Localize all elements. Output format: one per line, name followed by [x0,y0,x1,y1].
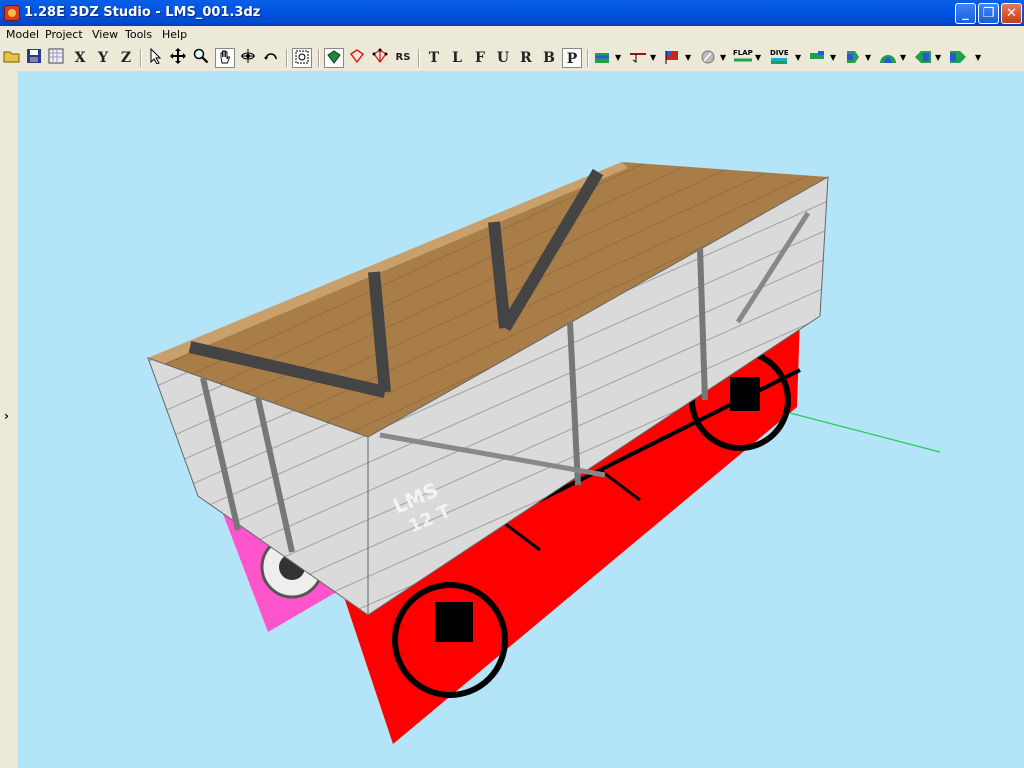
menu-project[interactable]: Project [45,28,83,41]
select-arrow-icon[interactable] [145,47,165,68]
dropdown-arrow-icon[interactable]: ▼ [975,48,981,68]
menu-bar: Model Project View Tools Help [0,26,1024,45]
dropdown-arrow-icon[interactable]: ▼ [685,48,691,68]
wagon-model: LMS 12 T [147,162,941,744]
toolbar-separator [318,49,320,67]
menu-model[interactable]: Model [6,28,39,41]
vehicle-icon[interactable] [808,49,828,65]
expand-panel-icon[interactable]: › [4,409,9,423]
cab-icon[interactable] [843,49,863,65]
axis-z-button[interactable]: Z [116,48,136,68]
terrain-icon[interactable] [593,49,613,65]
dropdown-arrow-icon[interactable]: ▼ [935,48,941,68]
axis-x-button[interactable]: X [70,48,90,68]
main-toolbar: X Y Z RS T L F U R B P ▼ ▼ ▼ ▼ FLAP ▼ DI… [0,46,1024,71]
flap-label: FLAP [733,49,753,57]
arrow-right-shape-icon[interactable] [948,49,968,65]
toolbar-separator [418,49,420,67]
3d-viewport[interactable]: LMS 12 T [18,71,1024,768]
save-icon[interactable] [24,48,44,68]
open-folder-icon[interactable] [2,48,22,68]
gauge-icon[interactable] [698,49,718,65]
dropdown-arrow-icon[interactable]: ▼ [795,48,801,68]
track-icon[interactable] [628,49,648,65]
view-right-button[interactable]: R [516,48,536,68]
maximize-button[interactable]: ❐ [978,3,999,24]
dome-icon[interactable] [878,49,898,65]
view-left-button[interactable]: L [447,48,467,68]
toolbar-separator [587,49,589,67]
rs-button[interactable]: RS [393,48,413,68]
view-up-button[interactable]: U [493,48,513,68]
view-perspective-button[interactable]: P [562,48,582,68]
view-top-button[interactable]: T [424,48,444,68]
close-button[interactable]: ✕ [1001,3,1022,24]
wireframe-vertices-icon[interactable] [370,48,390,68]
toolbar-separator [140,49,142,67]
app-icon[interactable] [4,5,20,21]
menu-help[interactable]: Help [162,28,187,41]
solid-shading-icon[interactable] [324,48,344,68]
pan-hand-icon[interactable] [215,48,235,68]
view-back-button[interactable]: B [539,48,559,68]
window-title: 1.28E 3DZ Studio - LMS_001.3dz [24,5,261,20]
dropdown-arrow-icon[interactable]: ▼ [755,48,761,68]
minimize-button[interactable]: _ [955,3,976,24]
dropdown-arrow-icon[interactable]: ▼ [865,48,871,68]
menu-tools[interactable]: Tools [125,28,152,41]
signal-icon[interactable] [663,49,683,65]
dropdown-arrow-icon[interactable]: ▼ [650,48,656,68]
arrow-left-shape-icon[interactable] [913,49,933,65]
wireframe-icon[interactable] [347,48,367,68]
dive-label: DIVE [770,49,789,57]
dive-button[interactable]: DIVE [770,49,790,65]
axis-y-button[interactable]: Y [93,48,113,68]
menu-view[interactable]: View [92,28,118,41]
toolbar-separator [286,49,288,67]
dropdown-arrow-icon[interactable]: ▼ [900,48,906,68]
dropdown-arrow-icon[interactable]: ▼ [615,48,621,68]
grid-icon[interactable] [46,48,66,68]
dropdown-arrow-icon[interactable]: ▼ [720,48,726,68]
orbit-icon[interactable] [238,48,258,68]
dropdown-arrow-icon[interactable]: ▼ [830,48,836,68]
y-axis-line [789,412,941,453]
zoom-icon[interactable] [191,48,211,68]
zoom-extents-icon[interactable] [292,48,312,68]
rotate-icon[interactable] [261,48,281,68]
title-bar: 1.28E 3DZ Studio - LMS_001.3dz _ ❐ ✕ [0,0,1024,26]
move-icon[interactable] [168,48,188,68]
flap-button[interactable]: FLAP [733,49,753,65]
left-dock: › [0,71,18,768]
view-front-button[interactable]: F [470,48,490,68]
